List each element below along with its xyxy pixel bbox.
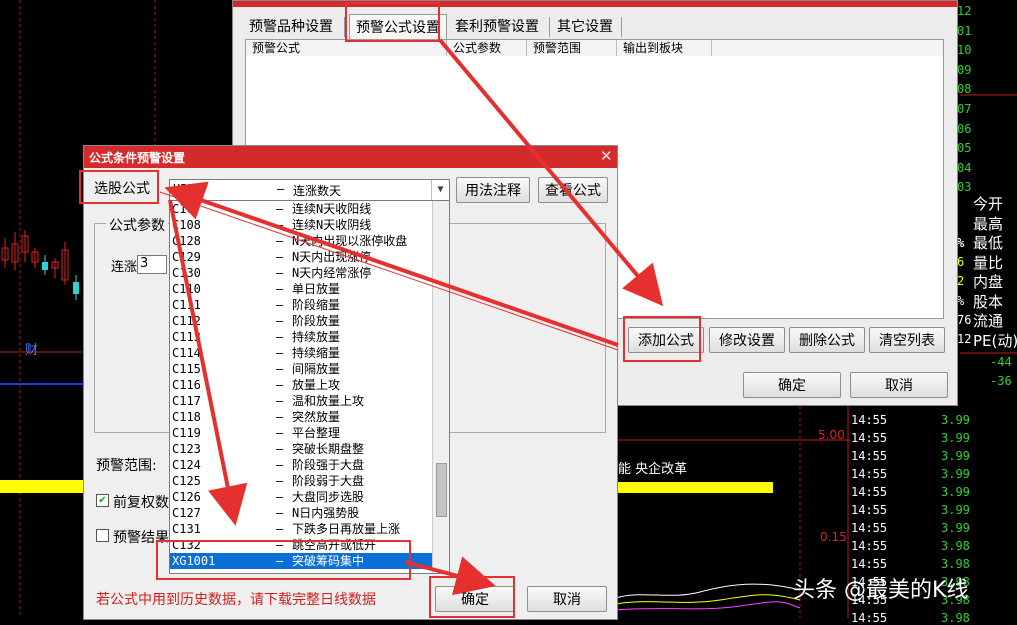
- annotation-arrows: [159, 38, 664, 596]
- watermark: 头条 @最美的K线: [793, 578, 969, 603]
